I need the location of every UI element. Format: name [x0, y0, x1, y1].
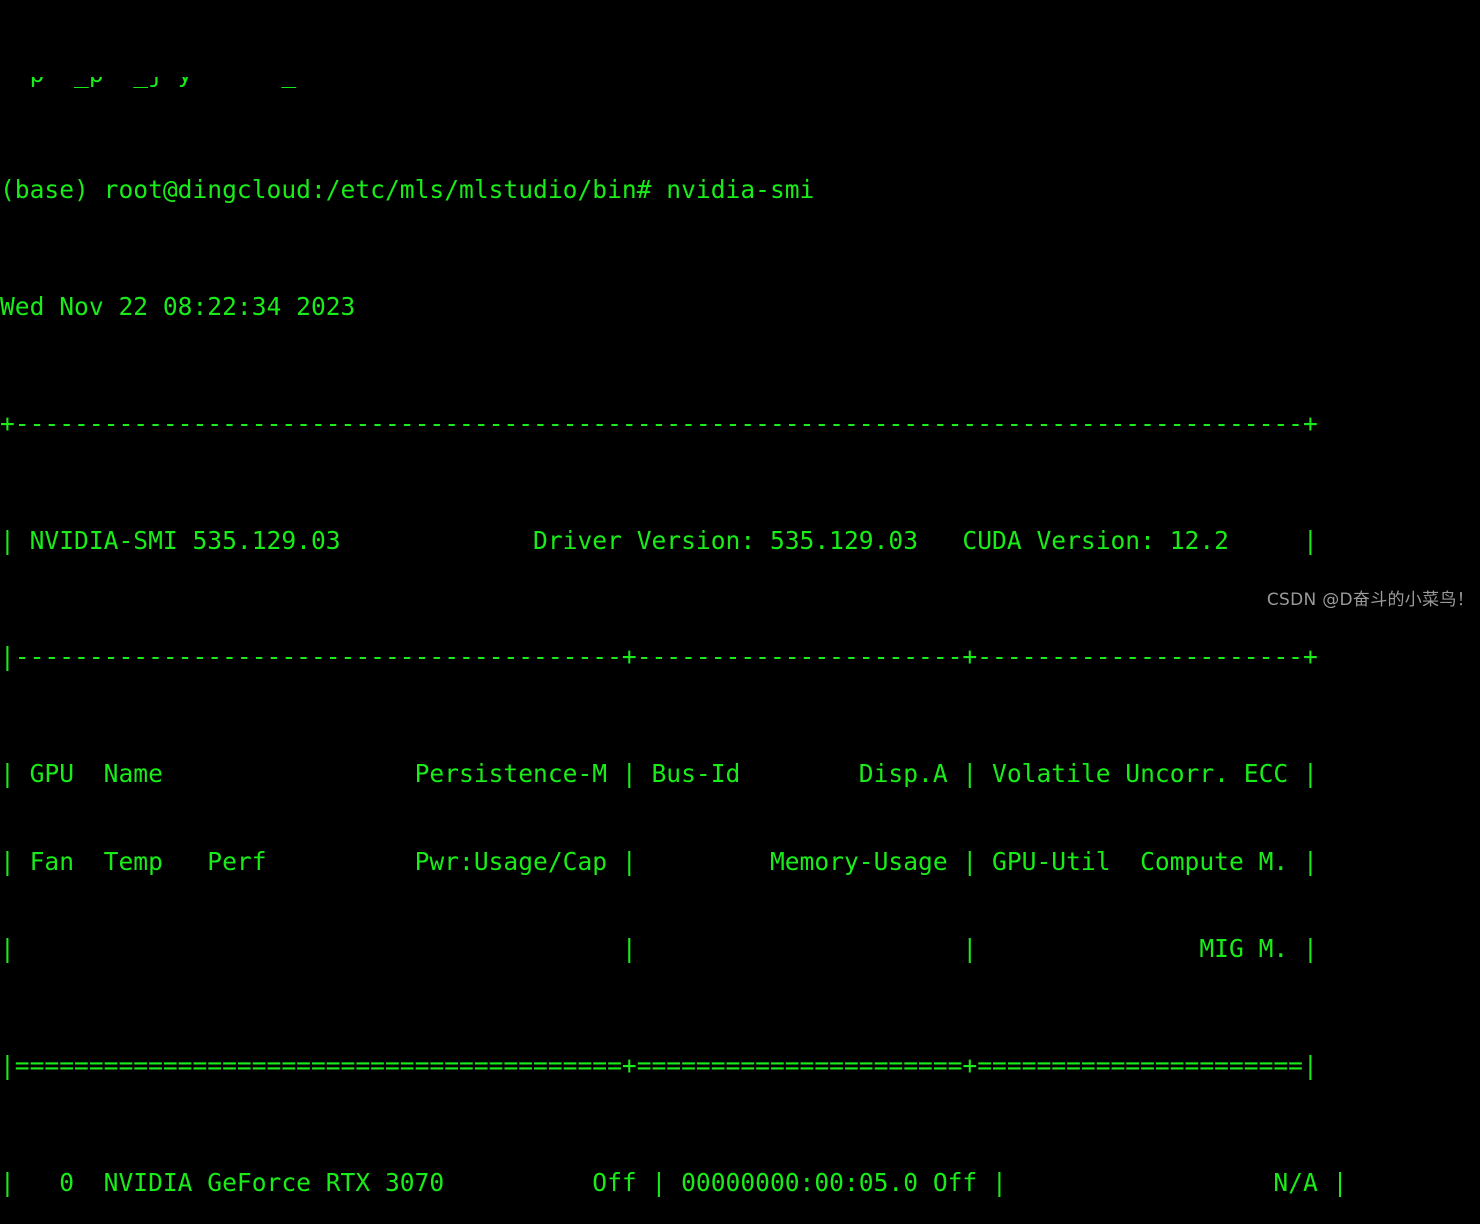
smi-double-separator: |=======================================…	[0, 1051, 1318, 1081]
scrollback-partial-line: p _p _j y _	[0, 77, 1347, 88]
terminal-window[interactable]: p _p _j y _ (base) root@dingcloud:/etc/m…	[0, 0, 1480, 1197]
smi-timestamp: Wed Nov 22 08:22:34 2023	[0, 292, 356, 322]
shell-prompt-line[interactable]: (base) root@dingcloud:/etc/mls/mlstudio/…	[0, 175, 1347, 204]
smi-column-header-row-3: | | | MIG M. |	[0, 934, 1318, 964]
csdn-watermark: CSDN @D奋斗的小菜鸟！	[1266, 590, 1474, 610]
smi-header-separator: |---------------------------------------…	[0, 642, 1318, 672]
smi-border-top: +---------------------------------------…	[0, 408, 1318, 438]
smi-version-header: | NVIDIA-SMI 535.129.03 Driver Version: …	[0, 525, 1318, 555]
gpu-row-1: | 0 NVIDIA GeForce RTX 3070 Off | 000000…	[0, 1167, 1348, 1197]
smi-column-header-row-2: | Fan Temp Perf Pwr:Usage/Cap | Memory-U…	[0, 846, 1318, 876]
terminal-screen: p _p _j y _ (base) root@dingcloud:/etc/m…	[0, 0, 1347, 1224]
smi-column-header-row-1: | GPU Name Persistence-M | Bus-Id Disp.A…	[0, 759, 1318, 789]
